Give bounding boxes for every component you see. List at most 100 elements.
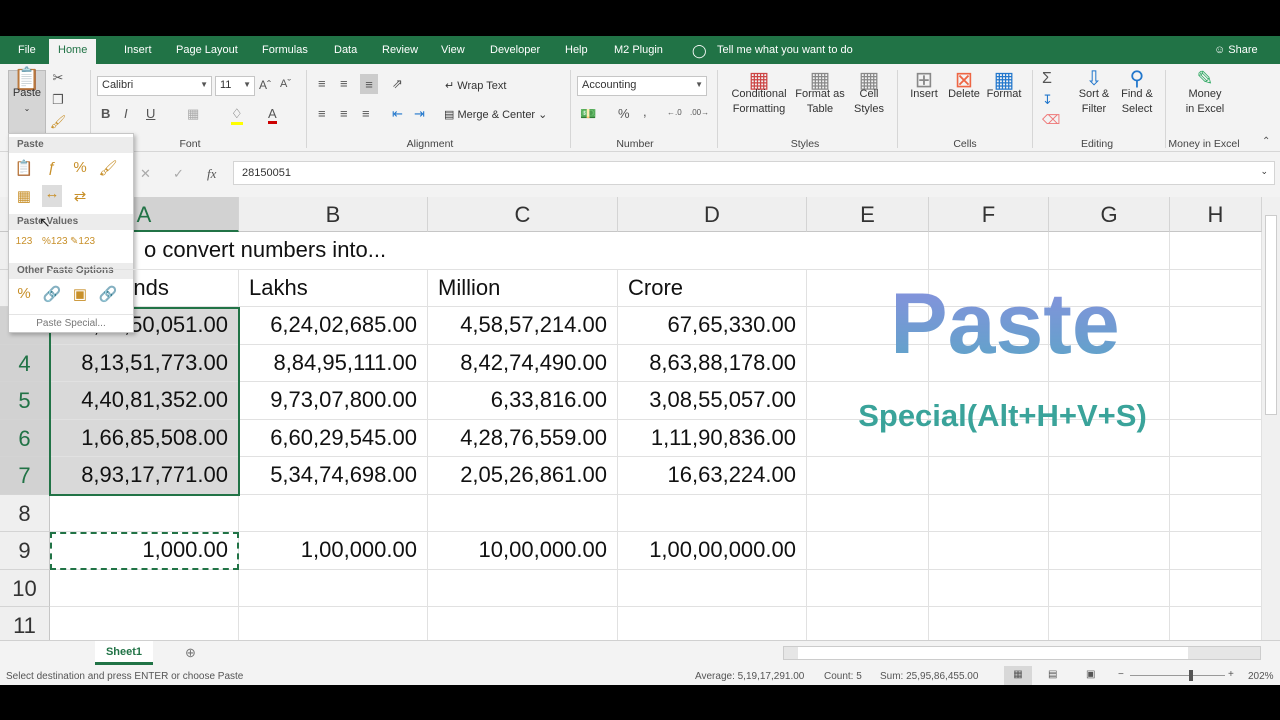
cell-h6[interactable] [1170, 419, 1262, 457]
cell-h7[interactable] [1170, 457, 1262, 495]
cell-f8[interactable] [929, 494, 1049, 532]
increase-indent-icon[interactable]: ⇥ [414, 106, 425, 122]
column-header-g[interactable]: G [1049, 197, 1170, 232]
cell-d5[interactable]: 3,08,55,057.00 [618, 382, 807, 420]
linked-picture-icon[interactable]: 🔗 [98, 285, 118, 307]
fill-icon[interactable]: ↧ [1042, 92, 1053, 108]
row-header-9[interactable]: 9 [0, 532, 50, 570]
cell-d11[interactable] [618, 607, 807, 640]
cell-b8[interactable] [239, 494, 428, 532]
cell-a10[interactable] [50, 569, 239, 607]
row-header-7[interactable]: 7 [0, 457, 50, 495]
column-header-e[interactable]: E [807, 197, 929, 232]
column-header-b[interactable]: B [239, 197, 428, 232]
clear-icon[interactable]: ⌫ [1042, 112, 1060, 128]
cell-g8[interactable] [1049, 494, 1170, 532]
tab-formulas[interactable]: Formulas [262, 44, 308, 56]
money-in-excel-button[interactable]: ✎ Money in Excel [1175, 69, 1235, 117]
cell-c9[interactable]: 10,00,000.00 [428, 532, 618, 570]
cell-a11[interactable] [50, 607, 239, 640]
percent-button[interactable]: % [618, 106, 630, 121]
cell-h11[interactable] [1170, 607, 1262, 640]
row-header-11[interactable]: 11 [0, 607, 50, 640]
cell-b11[interactable] [239, 607, 428, 640]
collapse-ribbon-icon[interactable]: ⌃ [1262, 136, 1270, 147]
paste-button[interactable]: 📋 Paste ⌄ [8, 68, 46, 134]
keep-source-formatting-icon[interactable]: 🖌 [98, 159, 118, 181]
borders-icon[interactable]: ▦ [187, 106, 199, 122]
cell-d8[interactable] [618, 494, 807, 532]
cell-a9[interactable]: 1,000.00 [50, 532, 239, 570]
align-middle-icon[interactable]: ≡ [340, 76, 348, 91]
normal-view-icon[interactable]: ▦ [1004, 666, 1032, 685]
cell-a5[interactable]: 4,40,81,352.00 [50, 382, 239, 420]
font-color-icon[interactable]: A [268, 106, 277, 124]
zoom-in-button[interactable]: + [1228, 669, 1234, 680]
fill-color-icon[interactable]: ♢ [231, 106, 243, 125]
cell-g9[interactable] [1049, 532, 1170, 570]
cell-f1[interactable] [929, 232, 1049, 270]
tab-insert[interactable]: Insert [124, 44, 152, 56]
cell-h1[interactable] [1170, 232, 1262, 270]
cell-c4[interactable]: 8,42,74,490.00 [428, 344, 618, 382]
align-bottom-icon[interactable]: ≡ [360, 74, 378, 94]
cell-b5[interactable]: 9,73,07,800.00 [239, 382, 428, 420]
cell-c7[interactable]: 2,05,26,861.00 [428, 457, 618, 495]
cell-a6[interactable]: 1,66,85,508.00 [50, 419, 239, 457]
column-header-d[interactable]: D [618, 197, 807, 232]
align-center-icon[interactable]: ≡ [340, 106, 348, 121]
row-header-8[interactable]: 8 [0, 494, 50, 532]
cell-f10[interactable] [929, 569, 1049, 607]
cell-b3[interactable]: 6,24,02,685.00 [239, 307, 428, 345]
align-top-icon[interactable]: ≡ [318, 76, 326, 91]
cell-c11[interactable] [428, 607, 618, 640]
cell-c8[interactable] [428, 494, 618, 532]
cell-b2[interactable]: Lakhs [239, 269, 428, 307]
horizontal-scrollbar[interactable] [783, 646, 1261, 660]
cell-a4[interactable]: 8,13,51,773.00 [50, 344, 239, 382]
cell-e9[interactable] [807, 532, 929, 570]
align-left-icon[interactable]: ≡ [318, 106, 326, 121]
cell-f9[interactable] [929, 532, 1049, 570]
zoom-out-button[interactable]: − [1118, 669, 1124, 680]
cell-d9[interactable]: 1,00,00,000.00 [618, 532, 807, 570]
page-break-view-icon[interactable]: ▣ [1086, 669, 1095, 680]
cell-d10[interactable] [618, 569, 807, 607]
cell-g11[interactable] [1049, 607, 1170, 640]
merge-center-button[interactable]: ▤ Merge & Center ⌄ [444, 108, 547, 123]
wrap-text-button[interactable]: ↵ Wrap Text [445, 79, 506, 94]
paste-special-item[interactable]: Paste Special... [9, 314, 133, 329]
cell-h10[interactable] [1170, 569, 1262, 607]
cell-e8[interactable] [807, 494, 929, 532]
increase-decimal-icon[interactable]: ←.0 [667, 108, 682, 117]
increase-font-icon[interactable]: Aˆ [259, 78, 271, 92]
cut-icon[interactable]: ✂ [50, 70, 66, 86]
autosum-icon[interactable]: Σ [1042, 70, 1052, 88]
vertical-scrollbar[interactable] [1262, 197, 1280, 640]
paste-link-icon[interactable]: 🔗 [42, 285, 62, 307]
enter-icon[interactable]: ✓ [173, 166, 184, 182]
find-select-button[interactable]: ⚲ Find & Select [1115, 69, 1159, 117]
cell-b9[interactable]: 1,00,000.00 [239, 532, 428, 570]
decrease-font-icon[interactable]: Aˇ [280, 78, 291, 90]
underline-button[interactable]: U [146, 106, 155, 121]
cell-h8[interactable] [1170, 494, 1262, 532]
italic-button[interactable]: I [124, 106, 128, 121]
insert-function-button[interactable]: fx [207, 166, 216, 182]
cell-h5[interactable] [1170, 382, 1262, 420]
font-name-select[interactable]: Calibri ▼ [97, 76, 212, 96]
cell-e1[interactable] [807, 232, 929, 270]
cell-d2[interactable]: Crore [618, 269, 807, 307]
cancel-icon[interactable]: ✕ [140, 166, 151, 182]
formula-input[interactable]: 28150051 ⌄ [233, 161, 1275, 185]
tab-file[interactable]: File [18, 44, 36, 56]
cell-d6[interactable]: 1,11,90,836.00 [618, 419, 807, 457]
row-header-6[interactable]: 6 [0, 419, 50, 457]
cell-f11[interactable] [929, 607, 1049, 640]
cell-b10[interactable] [239, 569, 428, 607]
decrease-indent-icon[interactable]: ⇤ [392, 106, 403, 122]
column-header-c[interactable]: C [428, 197, 618, 232]
delete-cells-button[interactable]: ⊠ Delete [945, 69, 983, 102]
cell-h3[interactable] [1170, 307, 1262, 345]
cell-e11[interactable] [807, 607, 929, 640]
